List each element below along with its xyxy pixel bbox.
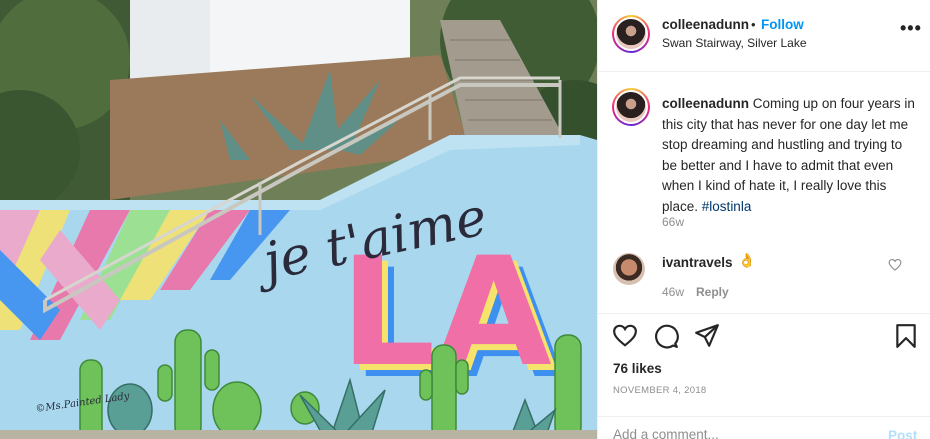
more-options-icon[interactable]: ••• bbox=[900, 19, 922, 37]
author-avatar[interactable] bbox=[612, 15, 650, 53]
caption-time: 66w bbox=[662, 215, 685, 229]
post-header: colleenadunn • Follow Swan Stairway, Sil… bbox=[598, 0, 930, 72]
post-location[interactable]: Swan Stairway, Silver Lake bbox=[662, 36, 807, 50]
post-date: NOVEMBER 4, 2018 bbox=[613, 385, 707, 396]
caption-author[interactable]: colleenadunn bbox=[662, 96, 749, 111]
reply-button[interactable]: Reply bbox=[696, 285, 729, 299]
likes-count[interactable]: 76 likes bbox=[613, 361, 662, 376]
like-heart-icon[interactable] bbox=[612, 323, 638, 350]
comment-bubble-icon[interactable] bbox=[653, 323, 679, 352]
post-actions: 76 likes NOVEMBER 4, 2018 bbox=[598, 313, 930, 430]
commenter-avatar[interactable] bbox=[613, 253, 645, 285]
caption-author-avatar[interactable] bbox=[612, 88, 650, 126]
comment-item: ivantravels 👌 46w Reply bbox=[598, 248, 930, 308]
save-bookmark-icon[interactable] bbox=[894, 323, 918, 352]
post-side-panel: colleenadunn • Follow Swan Stairway, Sil… bbox=[597, 0, 930, 439]
add-comment-bar: Post bbox=[598, 416, 930, 439]
post-photo[interactable]: LA LA LA je t'aime ©Ms.Painted Lady bbox=[0, 0, 597, 439]
comment-emoji: 👌 bbox=[738, 252, 756, 268]
caption-hashtag[interactable]: #lostinla bbox=[702, 199, 752, 214]
caption-body: Coming up on four years in this city tha… bbox=[662, 96, 915, 214]
author-username[interactable]: colleenadunn bbox=[662, 17, 749, 32]
share-send-icon[interactable] bbox=[694, 323, 720, 352]
separator-dot: • bbox=[751, 17, 756, 32]
follow-button[interactable]: Follow bbox=[761, 17, 804, 32]
comment-time: 46w bbox=[662, 285, 685, 299]
commenter-username[interactable]: ivantravels bbox=[662, 255, 733, 270]
caption-text: colleenadunn Coming up on four years in … bbox=[662, 94, 917, 218]
post-comment-button[interactable]: Post bbox=[888, 428, 917, 439]
add-comment-input[interactable] bbox=[613, 427, 863, 439]
like-comment-heart-icon[interactable] bbox=[888, 258, 902, 274]
mural-image: LA LA LA je t'aime ©Ms.Painted Lady bbox=[0, 0, 597, 439]
